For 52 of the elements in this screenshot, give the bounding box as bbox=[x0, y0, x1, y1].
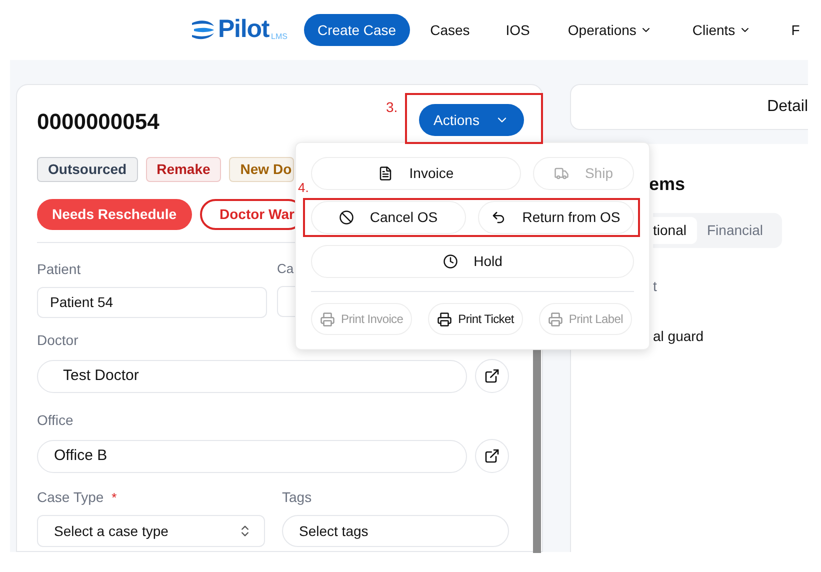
required-mark: * bbox=[112, 488, 117, 507]
section-heading: ems bbox=[649, 173, 686, 196]
field-label: Patient bbox=[37, 260, 82, 279]
case-type-select[interactable]: Select a case type bbox=[37, 515, 265, 547]
tab[interactable]: Financial bbox=[697, 217, 774, 244]
status-tag: Outsourced bbox=[37, 157, 138, 182]
office-field[interactable]: Office B bbox=[37, 440, 467, 472]
menu-action-button[interactable]: Invoice bbox=[311, 157, 521, 190]
printer-icon bbox=[437, 312, 452, 326]
undo-arrow-icon bbox=[491, 210, 506, 225]
scrollbar-thumb[interactable] bbox=[533, 350, 541, 553]
status-tag: Remake bbox=[146, 157, 222, 182]
nav-link[interactable]: IOS bbox=[506, 20, 530, 40]
open-external-button[interactable] bbox=[475, 359, 509, 393]
field-label: Office bbox=[37, 411, 74, 430]
document-icon bbox=[378, 166, 394, 181]
field-label: Ca bbox=[277, 260, 294, 278]
menu-action-button[interactable]: Cancel OS bbox=[311, 201, 466, 234]
field-label: Doctor bbox=[37, 331, 80, 350]
printer-icon bbox=[320, 312, 335, 326]
logo-text: Pilot bbox=[218, 14, 270, 46]
nav-link[interactable]: Clients bbox=[692, 20, 752, 40]
header-title: Detail bbox=[767, 97, 808, 117]
actions-button[interactable]: Actions bbox=[419, 104, 524, 136]
doctor-field[interactable]: Test Doctor bbox=[37, 360, 467, 392]
status-tag: New Do bbox=[229, 157, 294, 182]
external-link-icon bbox=[484, 368, 500, 384]
case-number: 0000000054 bbox=[37, 108, 160, 136]
tab[interactable]: tional bbox=[653, 217, 697, 244]
nav-link[interactable]: Operations bbox=[568, 20, 652, 40]
clock-icon bbox=[442, 254, 458, 269]
menu-action-button[interactable]: Hold bbox=[311, 245, 634, 278]
logo-suffix: LMS bbox=[271, 30, 288, 43]
patient-field[interactable]: Patient 54 bbox=[37, 287, 267, 318]
create-case-button[interactable]: Create Case bbox=[304, 14, 410, 46]
field-label: Tags bbox=[282, 488, 313, 507]
menu-action-button[interactable]: Return from OS bbox=[478, 201, 634, 234]
annotation-label: 4. bbox=[298, 180, 309, 195]
nav-link[interactable]: Cases bbox=[430, 20, 470, 40]
flag-button[interactable]: Needs Reschedule bbox=[37, 199, 192, 230]
field-label: Case Type bbox=[37, 488, 104, 507]
annotation-label: 3. bbox=[386, 98, 398, 117]
print-button[interactable]: Print Ticket bbox=[428, 303, 523, 335]
field-label: t bbox=[653, 277, 658, 296]
external-link-icon bbox=[484, 448, 500, 464]
nav-link[interactable]: F bbox=[791, 20, 800, 40]
tags-field[interactable]: Select tags bbox=[282, 515, 509, 547]
truck-icon bbox=[554, 166, 569, 181]
prohibited-icon bbox=[338, 210, 354, 225]
item-text: al guard bbox=[653, 327, 705, 346]
printer-icon bbox=[548, 312, 563, 326]
open-external-button[interactable] bbox=[475, 439, 509, 473]
